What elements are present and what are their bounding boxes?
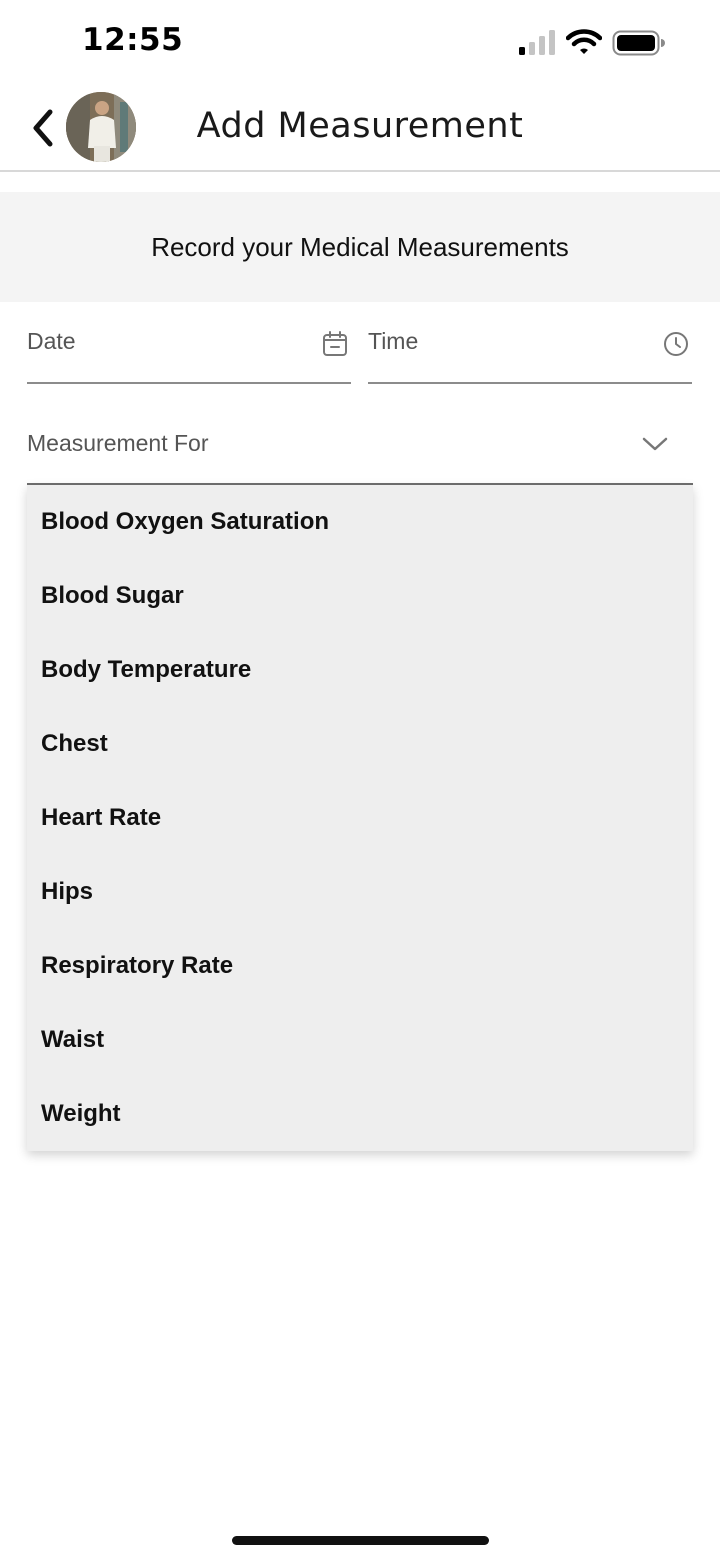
time-field[interactable]: Time [368, 318, 692, 384]
battery-icon [612, 30, 665, 56]
measurement-for-label: Measurement For [27, 430, 209, 456]
date-field[interactable]: Date [27, 318, 351, 384]
status-time: 12:55 [82, 22, 184, 58]
option-respiratory-rate[interactable]: Respiratory Rate [27, 929, 693, 1003]
option-blood-oxygen-saturation[interactable]: Blood Oxygen Saturation [27, 485, 693, 559]
banner-text: Record your Medical Measurements [151, 231, 569, 262]
option-weight[interactable]: Weight [27, 1077, 693, 1151]
home-indicator[interactable] [232, 1536, 489, 1545]
clock-icon[interactable] [662, 330, 690, 358]
option-waist[interactable]: Waist [27, 1003, 693, 1077]
chevron-down-icon[interactable] [641, 434, 669, 454]
measurement-dropdown: Blood Oxygen Saturation Blood Sugar Body… [27, 485, 693, 1151]
option-hips[interactable]: Hips [27, 855, 693, 929]
status-bar: 12:55 [0, 0, 720, 86]
option-body-temperature[interactable]: Body Temperature [27, 633, 693, 707]
cellular-signal-icon [519, 30, 555, 55]
option-heart-rate[interactable]: Heart Rate [27, 781, 693, 855]
screen: 12:55 Add Measurement Record your Medica… [0, 0, 720, 1558]
measurement-for-select[interactable]: Measurement For [27, 410, 693, 485]
wifi-icon [566, 29, 602, 54]
option-blood-sugar[interactable]: Blood Sugar [27, 559, 693, 633]
time-label: Time [368, 328, 419, 354]
app-header: Add Measurement [0, 86, 720, 172]
date-label: Date [27, 328, 76, 354]
page-title: Add Measurement [196, 106, 524, 146]
option-chest[interactable]: Chest [27, 707, 693, 781]
calendar-icon[interactable] [321, 330, 349, 358]
info-banner: Record your Medical Measurements [0, 192, 720, 302]
